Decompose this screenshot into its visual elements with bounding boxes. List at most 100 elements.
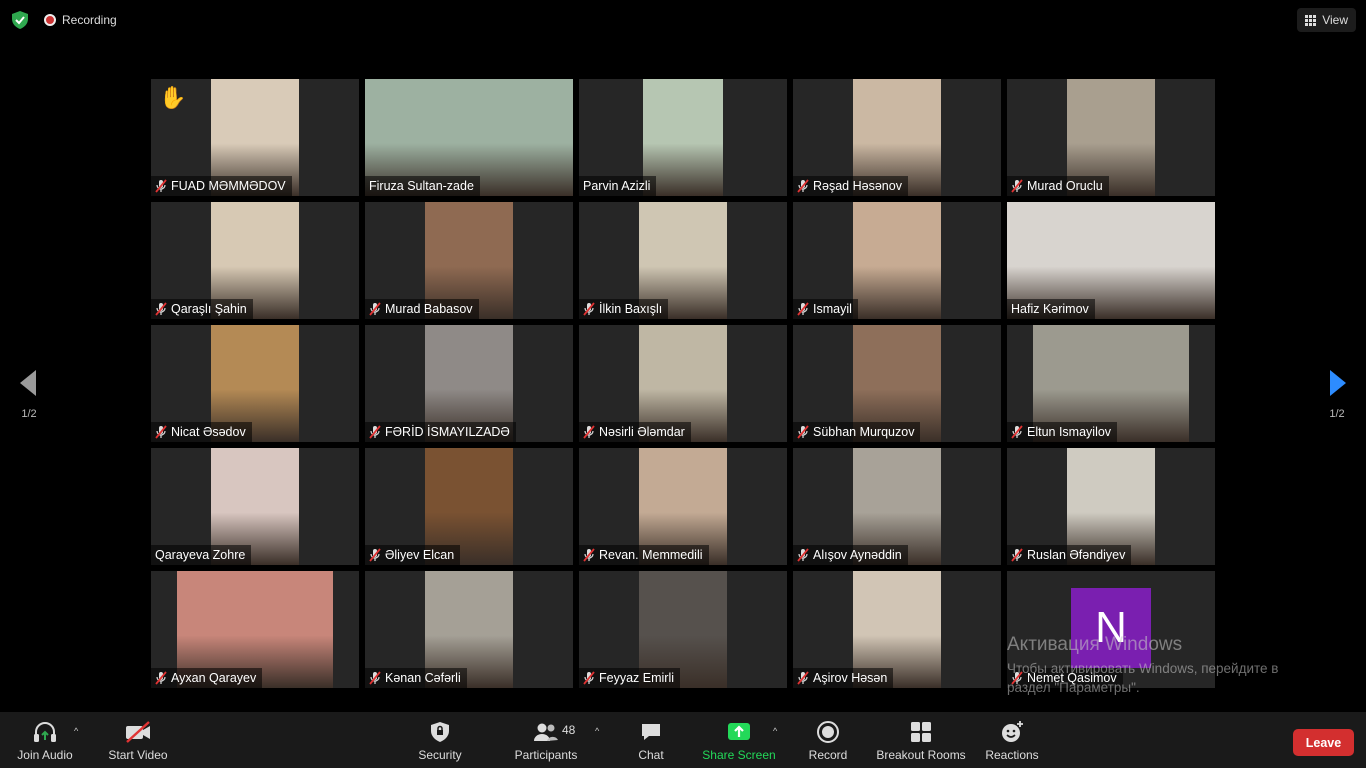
participant-nameplate: Firuza Sultan-zade [365, 176, 480, 196]
participant-nameplate: Murad Oruclu [1007, 176, 1109, 196]
share-screen-button[interactable]: Share Screen [702, 712, 776, 768]
participant-name: Hafiz Kərimov [1011, 302, 1089, 316]
participant-tile[interactable]: Revan. Memmedili [579, 448, 787, 565]
participant-tile[interactable]: Alışov Aynəddin [793, 448, 1001, 565]
participant-tile[interactable]: Parvin Azizli [579, 79, 787, 196]
participant-name: Nicat Əsədov [171, 425, 246, 439]
watermark-line-2: раздел "Параметры". [1007, 680, 1140, 695]
breakout-rooms-button[interactable]: Breakout Rooms [876, 712, 966, 768]
participant-nameplate: Aşirov Həsən [793, 668, 894, 688]
recording-indicator[interactable]: Recording [44, 12, 117, 28]
participants-options-caret-icon[interactable]: ^ [595, 726, 599, 736]
participant-name: FUAD MƏMMƏDOV [171, 179, 286, 193]
participant-nameplate: Sübhan Murquzov [793, 422, 921, 442]
participant-tile[interactable]: Hafiz Kərimov [1007, 202, 1215, 319]
participant-tile[interactable]: Feyyaz Emirli [579, 571, 787, 688]
meeting-toolbar: Join Audio ^ Start Video Security Partic… [0, 712, 1366, 768]
security-button[interactable]: Security [412, 712, 468, 768]
participant-tile[interactable]: Nəsirli Ələmdar [579, 325, 787, 442]
participant-name: Qarayeva Zohre [155, 548, 246, 562]
muted-mic-icon [155, 179, 167, 193]
chat-button[interactable]: Chat [631, 712, 671, 768]
participant-tile[interactable]: Murad Babasov [365, 202, 573, 319]
participant-name: Nəsirli Ələmdar [599, 425, 685, 439]
chat-label: Chat [638, 748, 664, 762]
participant-nameplate: İlkin Baxışlı [579, 299, 669, 319]
view-button[interactable]: View [1297, 8, 1356, 32]
participant-nameplate: Rəşad Həsənov [793, 176, 908, 196]
participant-tile[interactable]: Sübhan Murquzov [793, 325, 1001, 442]
leave-button[interactable]: Leave [1293, 729, 1354, 756]
participant-tile[interactable]: Kənan Cəfərli [365, 571, 573, 688]
join-audio-label: Join Audio [17, 748, 73, 762]
muted-mic-icon [1011, 179, 1023, 193]
right-arrow-icon [1330, 370, 1346, 396]
participant-name: Kənan Cəfərli [385, 671, 461, 685]
participant-nameplate: Nicat Əsədov [151, 422, 252, 442]
reactions-button[interactable]: Reactions [984, 712, 1040, 768]
top-bar: Recording View [0, 0, 1366, 40]
share-screen-label: Share Screen [702, 748, 776, 762]
participant-nameplate: Nəsirli Ələmdar [579, 422, 691, 442]
muted-mic-icon [797, 425, 809, 439]
participant-tile[interactable]: İlkin Baxışlı [579, 202, 787, 319]
video-off-icon [126, 721, 150, 743]
participant-nameplate: Ruslan Əfəndiyev [1007, 545, 1132, 565]
next-page-button[interactable]: 1/2 [1322, 368, 1352, 428]
participant-name: FƏRİD İSMAYILZADƏ [385, 425, 510, 439]
previous-page-button[interactable]: 1/2 [14, 368, 44, 428]
muted-mic-icon [583, 548, 595, 562]
security-shield-icon[interactable] [10, 10, 30, 30]
participant-tile[interactable]: Qaraşlı Şahin [151, 202, 359, 319]
participant-nameplate: FUAD MƏMMƏDOV [151, 176, 292, 196]
join-audio-button[interactable]: Join Audio [12, 712, 78, 768]
participant-nameplate: Alışov Aynəddin [793, 545, 908, 565]
reactions-smiley-icon [1002, 721, 1023, 742]
audio-options-caret-icon[interactable]: ^ [74, 726, 78, 736]
participant-name: Alışov Aynəddin [813, 548, 902, 562]
muted-mic-icon [155, 671, 167, 685]
participant-tile[interactable]: Nicat Əsədov [151, 325, 359, 442]
shield-icon [431, 722, 449, 742]
muted-mic-icon [1011, 548, 1023, 562]
muted-mic-icon [797, 179, 809, 193]
participant-nameplate: Hafiz Kərimov [1007, 299, 1095, 319]
muted-mic-icon [369, 425, 381, 439]
muted-mic-icon [369, 671, 381, 685]
share-options-caret-icon[interactable]: ^ [773, 726, 777, 736]
view-label: View [1322, 13, 1348, 27]
participant-tile[interactable]: Eltun Ismayilov [1007, 325, 1215, 442]
participant-tile[interactable]: Əliyev Elcan [365, 448, 573, 565]
participant-name: Firuza Sultan-zade [369, 179, 474, 193]
participant-tile[interactable]: Ismayil [793, 202, 1001, 319]
windows-activation-watermark: Активация Windows Чтобы активировать Win… [1007, 634, 1278, 697]
start-video-label: Start Video [108, 748, 168, 762]
reactions-label: Reactions [985, 748, 1039, 762]
participant-nameplate: FƏRİD İSMAYILZADƏ [365, 422, 516, 442]
participant-tile[interactable]: Aşirov Həsən [793, 571, 1001, 688]
muted-mic-icon [369, 548, 381, 562]
start-video-button[interactable]: Start Video [104, 712, 172, 768]
participant-grid: ✋ FUAD MƏMMƏDOV Firuza Sultan-zade Parvin A… [151, 79, 1215, 688]
participant-nameplate: Ismayil [793, 299, 858, 319]
participant-video [853, 202, 941, 319]
participant-tile[interactable]: Rəşad Həsənov [793, 79, 1001, 196]
muted-mic-icon [797, 548, 809, 562]
participant-tile[interactable]: FƏRİD İSMAYILZADƏ [365, 325, 573, 442]
muted-mic-icon [155, 302, 167, 316]
muted-mic-icon [583, 425, 595, 439]
participant-nameplate: Kənan Cəfərli [365, 668, 467, 688]
participant-tile[interactable]: Firuza Sultan-zade [365, 79, 573, 196]
participant-tile[interactable]: Ruslan Əfəndiyev [1007, 448, 1215, 565]
record-button[interactable]: Record [806, 712, 850, 768]
participant-tile[interactable]: Qarayeva Zohre [151, 448, 359, 565]
participant-tile[interactable]: Ayxan Qarayev [151, 571, 359, 688]
participant-name: Eltun Ismayilov [1027, 425, 1112, 439]
participant-name: Aşirov Həsən [813, 671, 888, 685]
participant-tile[interactable]: ✋ FUAD MƏMMƏDOV [151, 79, 359, 196]
muted-mic-icon [155, 425, 167, 439]
muted-mic-icon [1011, 425, 1023, 439]
participant-tile[interactable]: Murad Oruclu [1007, 79, 1215, 196]
participants-button[interactable]: Participants [510, 712, 582, 768]
participant-nameplate: Feyyaz Emirli [579, 668, 681, 688]
